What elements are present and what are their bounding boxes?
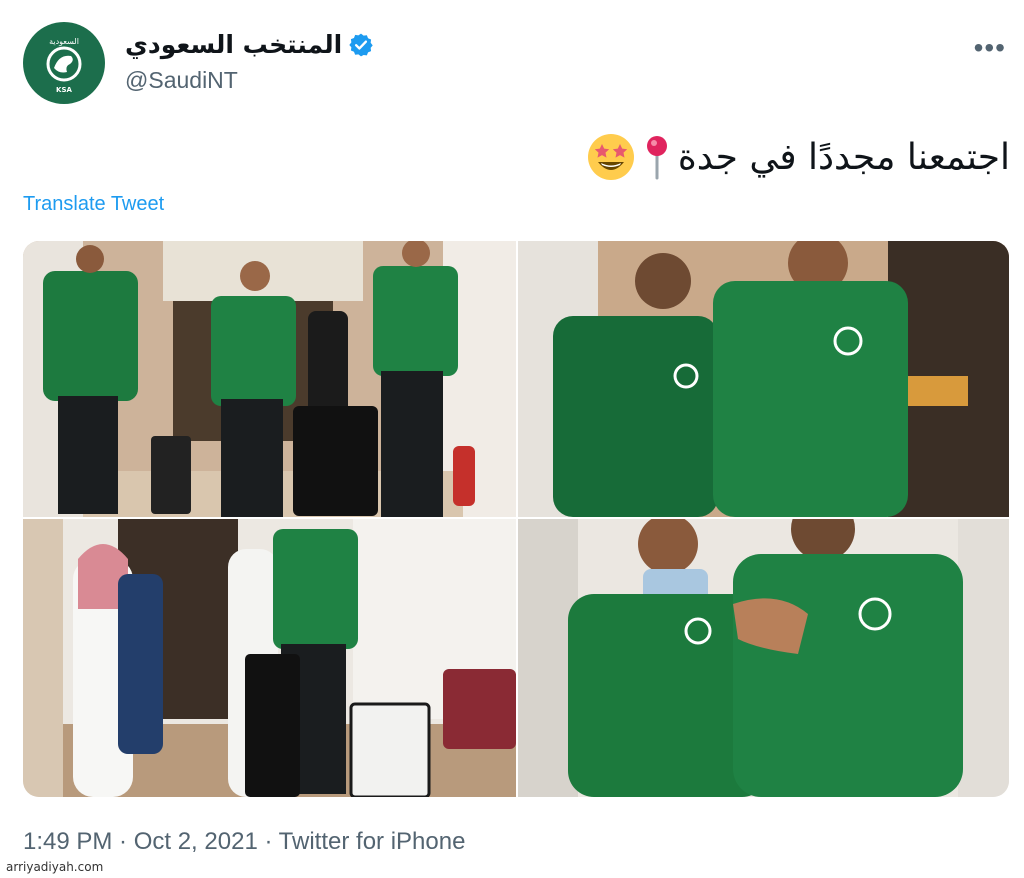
- tweet-body: اجتمعنا مجددًا في جدة: [677, 136, 1010, 178]
- saudi-team-logo-icon: السعودية KSA: [46, 37, 82, 94]
- star-struck-icon: [587, 134, 634, 180]
- profile-avatar[interactable]: السعودية KSA: [23, 22, 105, 104]
- verified-badge-icon: [349, 33, 373, 56]
- photo-grid: [23, 241, 1009, 797]
- display-name[interactable]: المنتخب السعودي: [125, 30, 342, 59]
- source-watermark: arriyadiyah.com: [6, 860, 104, 874]
- tweet-timestamp[interactable]: 1:49 PM · Oct 2, 2021 · Twitter for iPho…: [23, 828, 465, 856]
- tweet-photo-3[interactable]: [23, 519, 516, 797]
- tweet-photo-4[interactable]: [518, 519, 1009, 797]
- tweet-photo-2[interactable]: [518, 241, 1009, 517]
- tweet-text: اجتمعنا مجددًا في جدة: [586, 132, 1010, 182]
- author-block: المنتخب السعودي @SaudiNT: [125, 30, 374, 94]
- round-pushpin-icon: [646, 136, 667, 180]
- more-options-icon[interactable]: •••: [974, 34, 1006, 62]
- svg-text:KSA: KSA: [56, 86, 72, 94]
- tweet-photo-1[interactable]: [23, 241, 516, 517]
- user-handle[interactable]: @SaudiNT: [125, 67, 374, 94]
- svg-text:السعودية: السعودية: [49, 37, 79, 46]
- translate-tweet-link[interactable]: Translate Tweet: [23, 193, 164, 216]
